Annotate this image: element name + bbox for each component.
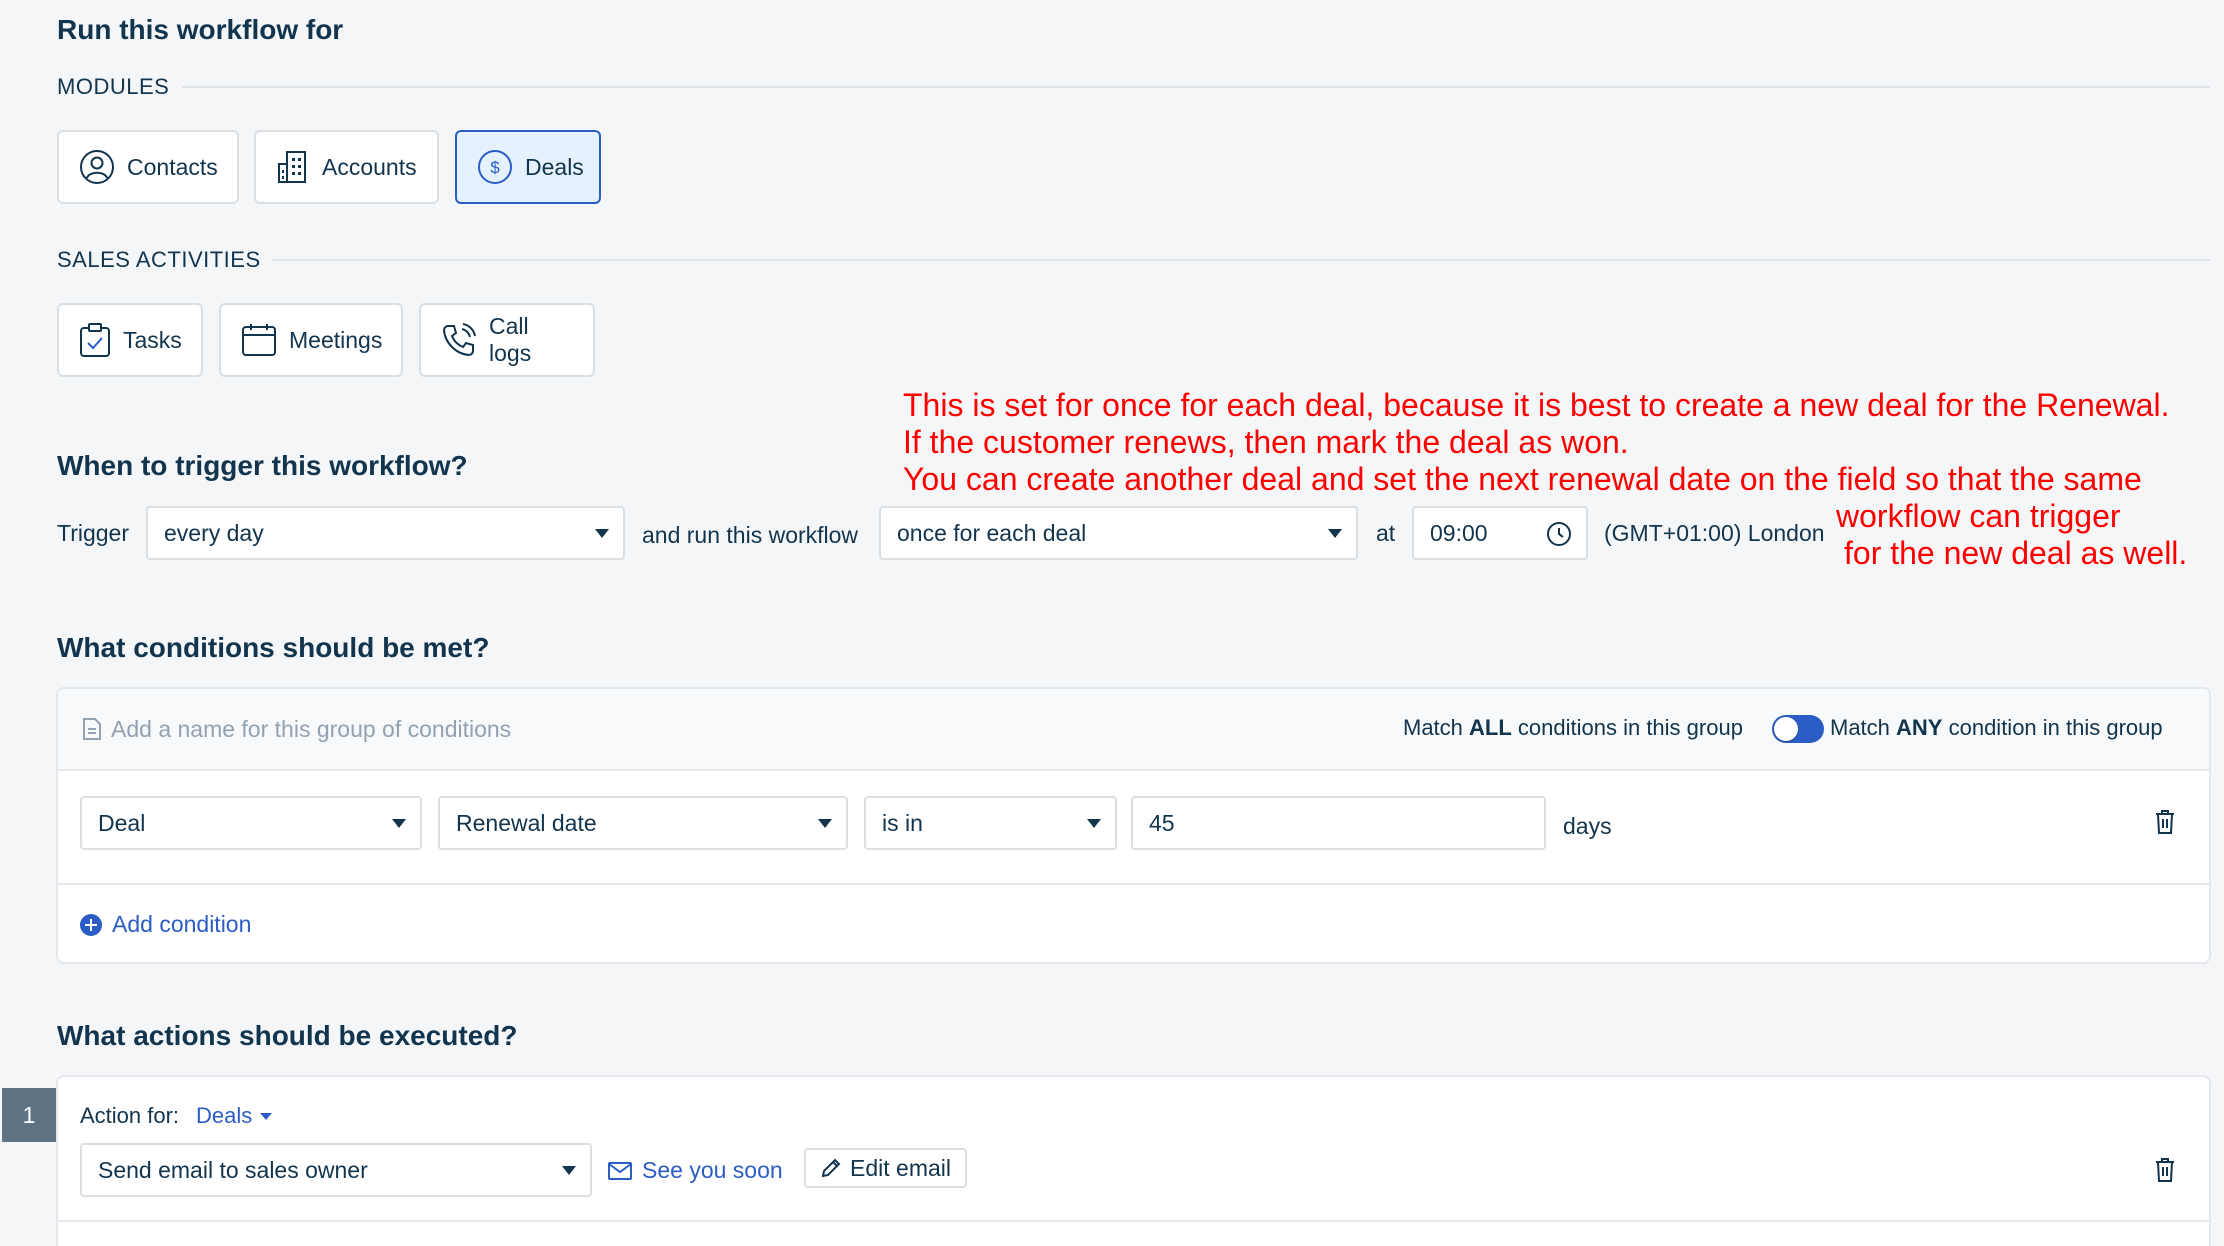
activity-meetings-label: Meetings [289, 326, 383, 353]
condition-unit-label: days [1563, 813, 1612, 839]
building-icon [278, 151, 306, 183]
plus-circle-icon [80, 913, 102, 936]
email-template-name: See you soon [642, 1157, 783, 1183]
condition-operator-select[interactable]: is in [864, 796, 1117, 850]
module-deals-button[interactable]: $ Deals [455, 130, 601, 204]
timezone-label: (GMT+01:00) London [1604, 520, 1825, 546]
time-value: 09:00 [1430, 519, 1488, 546]
activity-tasks-button[interactable]: Tasks [57, 303, 203, 377]
sales-activities-label: SALES ACTIVITIES [57, 247, 261, 272]
action-for-dropdown[interactable]: Deals [196, 1103, 273, 1129]
contact-icon [80, 150, 114, 184]
condition-divider [58, 883, 2209, 885]
toggle-knob [1774, 717, 1798, 741]
conditions-section-title: What conditions should be met? [57, 632, 490, 663]
run-workflow-label: and run this workflow [642, 522, 859, 548]
match-all-label: Match ALL conditions in this group [1403, 715, 1743, 740]
trigger-frequency-value: every day [164, 519, 264, 546]
annotation-line-5: for the new deal as well. [1844, 535, 2188, 571]
activity-call-logs-label: Call logs [489, 313, 532, 366]
add-condition-button[interactable]: Add condition [80, 911, 251, 938]
match-toggle[interactable] [1772, 715, 1824, 743]
document-icon [83, 718, 101, 740]
edit-email-label: Edit email [850, 1154, 951, 1181]
chevron-down-icon [392, 819, 406, 828]
actions-section-title: What actions should be executed? [57, 1020, 518, 1051]
annotation-line-3: You can create another deal and set the … [903, 461, 2142, 497]
pencil-icon [821, 1158, 841, 1178]
page-title: Run this workflow for [57, 14, 344, 45]
trash-icon[interactable] [2154, 1157, 2176, 1183]
action-for-label: Action for: [80, 1103, 180, 1128]
trigger-section-title: When to trigger this workflow? [57, 450, 468, 481]
group-name-input[interactable]: Add a name for this group of conditions [111, 716, 811, 746]
modules-label: MODULES [57, 74, 170, 99]
svg-text:$: $ [490, 158, 500, 177]
chevron-down-icon [595, 529, 609, 538]
condition-group-panel: Add a name for this group of conditions … [56, 687, 2211, 964]
run-frequency-value: once for each deal [897, 519, 1087, 546]
annotation-line-2: If the customer renews, then mark the de… [903, 424, 1629, 460]
condition-field-select[interactable]: Renewal date [438, 796, 848, 850]
time-input[interactable]: 09:00 [1412, 506, 1588, 560]
condition-field-value: Renewal date [456, 809, 597, 836]
add-condition-label: Add condition [112, 911, 252, 937]
annotation-line-1: This is set for once for each deal, beca… [903, 387, 2170, 423]
module-accounts-button[interactable]: Accounts [254, 130, 439, 204]
condition-operator-value: is in [882, 809, 923, 836]
trigger-frequency-select[interactable]: every day [146, 506, 625, 560]
modules-divider [182, 86, 2210, 88]
chevron-down-icon [260, 1112, 273, 1120]
task-icon [80, 323, 110, 357]
activity-meetings-button[interactable]: Meetings [219, 303, 403, 377]
phone-icon [442, 323, 476, 357]
action-type-value: Send email to sales owner [98, 1156, 368, 1183]
chevron-down-icon [1328, 529, 1342, 538]
module-contacts-button[interactable]: Contacts [57, 130, 239, 204]
chevron-down-icon [1087, 819, 1101, 828]
module-accounts-label: Accounts [322, 153, 417, 180]
match-any-label: Match ANY condition in this group [1830, 715, 2163, 740]
action-divider [58, 1220, 2209, 1222]
action-type-select[interactable]: Send email to sales owner [80, 1143, 592, 1197]
condition-entity-select[interactable]: Deal [80, 796, 422, 850]
at-label: at [1376, 520, 1396, 546]
edit-email-button[interactable]: Edit email [804, 1148, 967, 1188]
action-step-number: 1 [2, 1088, 56, 1142]
chevron-down-icon [562, 1166, 576, 1175]
mail-icon [608, 1161, 632, 1180]
module-deals-label: Deals [525, 153, 584, 180]
activity-tasks-label: Tasks [123, 326, 182, 353]
email-template-link[interactable]: See you soon [608, 1157, 783, 1184]
module-contacts-label: Contacts [127, 153, 218, 180]
condition-value-input[interactable]: 45 [1131, 796, 1546, 850]
calendar-icon [242, 324, 276, 356]
annotation-line-4: workflow can trigger [1836, 498, 2121, 534]
sales-activities-divider [272, 259, 2210, 261]
activity-call-logs-button[interactable]: Call logs [419, 303, 595, 377]
trash-icon[interactable] [2154, 809, 2176, 835]
action-panel: Action for: Deals Send email to sales ow… [56, 1075, 2211, 1246]
trigger-label: Trigger [57, 520, 129, 546]
action-for-value: Deals [196, 1103, 253, 1128]
clock-icon [1547, 522, 1571, 546]
chevron-down-icon [818, 819, 832, 828]
dollar-icon: $ [478, 150, 512, 184]
condition-value-text: 45 [1149, 809, 1175, 836]
condition-entity-value: Deal [98, 809, 146, 836]
run-frequency-select[interactable]: once for each deal [879, 506, 1358, 560]
